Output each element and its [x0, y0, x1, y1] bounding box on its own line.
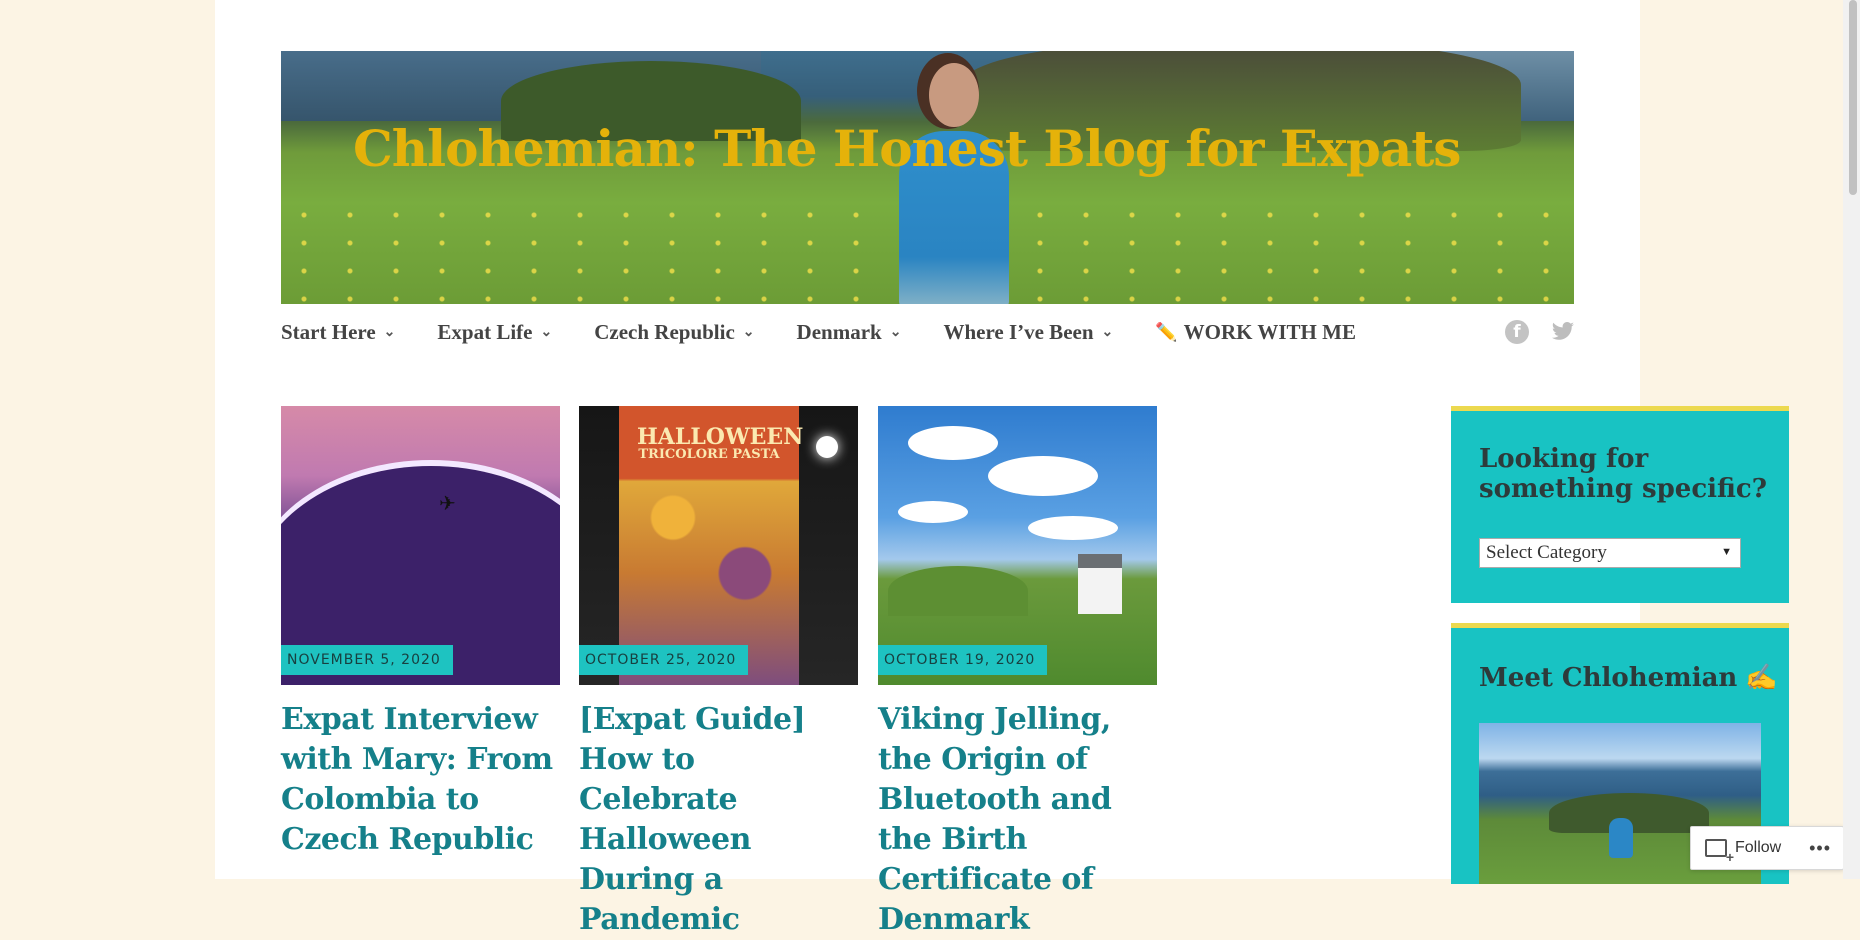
- chevron-down-icon: ⌄: [742, 324, 755, 340]
- category-widget: Looking for something specific? Select C…: [1451, 406, 1789, 603]
- scrollbar[interactable]: [1843, 0, 1860, 879]
- dropdown-arrow-icon: ▼: [1721, 546, 1732, 558]
- cloud-image: [988, 456, 1098, 496]
- pasta-bag-subtitle: TRICOLORE PASTA: [638, 447, 780, 462]
- pasta-bag-label: HALLOWEEN TRICOLORE PASTA: [637, 426, 803, 462]
- nav-item-where-ive-been[interactable]: Where I’ve Been ⌄: [943, 320, 1113, 345]
- nav-item-czech-republic[interactable]: Czech Republic ⌄: [594, 320, 754, 345]
- post-thumbnail[interactable]: OCTOBER 19, 2020: [878, 406, 1157, 685]
- nav-item-start-here[interactable]: Start Here ⌄: [281, 320, 395, 345]
- category-select[interactable]: Select Category ▼: [1479, 538, 1741, 568]
- post-date[interactable]: OCTOBER 25, 2020: [579, 645, 749, 675]
- header-image[interactable]: Chlohemian: The Honest Blog for Expats: [281, 51, 1574, 304]
- pencil-icon: ✏️: [1155, 321, 1178, 342]
- header-person-head: [929, 63, 979, 127]
- reader-follow-icon: [1705, 839, 1734, 865]
- nav-item-label: Denmark: [796, 319, 882, 344]
- post-date[interactable]: NOVEMBER 5, 2020: [281, 645, 453, 675]
- chevron-down-icon: ⌄: [540, 324, 553, 340]
- main-navigation: Start Here ⌄ Expat Life ⌄ Czech Republic…: [281, 317, 1398, 347]
- post-date[interactable]: OCTOBER 19, 2020: [878, 645, 1048, 675]
- mound-image: [888, 566, 1028, 616]
- site-title[interactable]: Chlohemian: The Honest Blog for Expats: [353, 119, 1461, 178]
- post-card: OCTOBER 19, 2020 Viking Jelling, the Ori…: [878, 406, 1157, 940]
- category-select-value: Select Category: [1486, 542, 1607, 563]
- more-options-icon[interactable]: •••: [1809, 838, 1831, 859]
- nav-item-label: Expat Life: [437, 319, 533, 344]
- house-image: [1078, 554, 1122, 614]
- widget-title-text: Meet Chlohemian: [1479, 663, 1738, 693]
- post-title[interactable]: Expat Interview with Mary: From Colombia…: [281, 700, 560, 860]
- airplane-icon: ✈: [439, 493, 456, 515]
- nav-item-label: Where I’ve Been: [943, 319, 1094, 344]
- writing-hand-icon: ✍: [1745, 663, 1778, 693]
- light-image: [816, 436, 838, 458]
- twitter-icon[interactable]: [1551, 320, 1575, 344]
- page-container: Chlohemian: The Honest Blog for Expats S…: [215, 0, 1789, 937]
- follow-label: Follow: [1735, 839, 1782, 856]
- post-title[interactable]: Viking Jelling, the Origin of Bluetooth …: [878, 700, 1157, 940]
- nav-item-work-with-me[interactable]: ✏️ WORK WITH ME: [1155, 320, 1356, 345]
- widget-title: Looking for something specific?: [1479, 444, 1767, 504]
- post-thumbnail[interactable]: ✈ NOVEMBER 5, 2020: [281, 406, 560, 685]
- nav-item-label: Start Here: [281, 319, 376, 344]
- nav-item-expat-life[interactable]: Expat Life ⌄: [437, 320, 552, 345]
- widget-title: Meet Chlohemian ✍: [1479, 663, 1778, 693]
- nav-item-label: WORK WITH ME: [1183, 319, 1356, 344]
- chevron-down-icon: ⌄: [889, 324, 902, 340]
- cloud-image: [1028, 516, 1118, 540]
- post-card: ✈ NOVEMBER 5, 2020 Expat Interview with …: [281, 406, 560, 860]
- nav-item-label: Czech Republic: [594, 319, 735, 344]
- chevron-down-icon: ⌄: [1101, 324, 1114, 340]
- post-card: HALLOWEEN TRICOLORE PASTA OCTOBER 25, 20…: [579, 406, 858, 940]
- social-links: f: [1505, 320, 1575, 344]
- scrollbar-thumb[interactable]: [1849, 0, 1857, 195]
- cloud-image: [898, 501, 968, 523]
- facebook-icon[interactable]: f: [1505, 320, 1529, 344]
- nav-item-denmark[interactable]: Denmark ⌄: [797, 320, 902, 345]
- cloud-image: [908, 426, 998, 460]
- post-thumbnail[interactable]: HALLOWEEN TRICOLORE PASTA OCTOBER 25, 20…: [579, 406, 858, 685]
- person-image: [1609, 818, 1633, 858]
- follow-button[interactable]: Follow •••: [1690, 826, 1844, 870]
- post-title[interactable]: [Expat Guide] How to Celebrate Halloween…: [579, 700, 858, 940]
- chevron-down-icon: ⌄: [383, 324, 396, 340]
